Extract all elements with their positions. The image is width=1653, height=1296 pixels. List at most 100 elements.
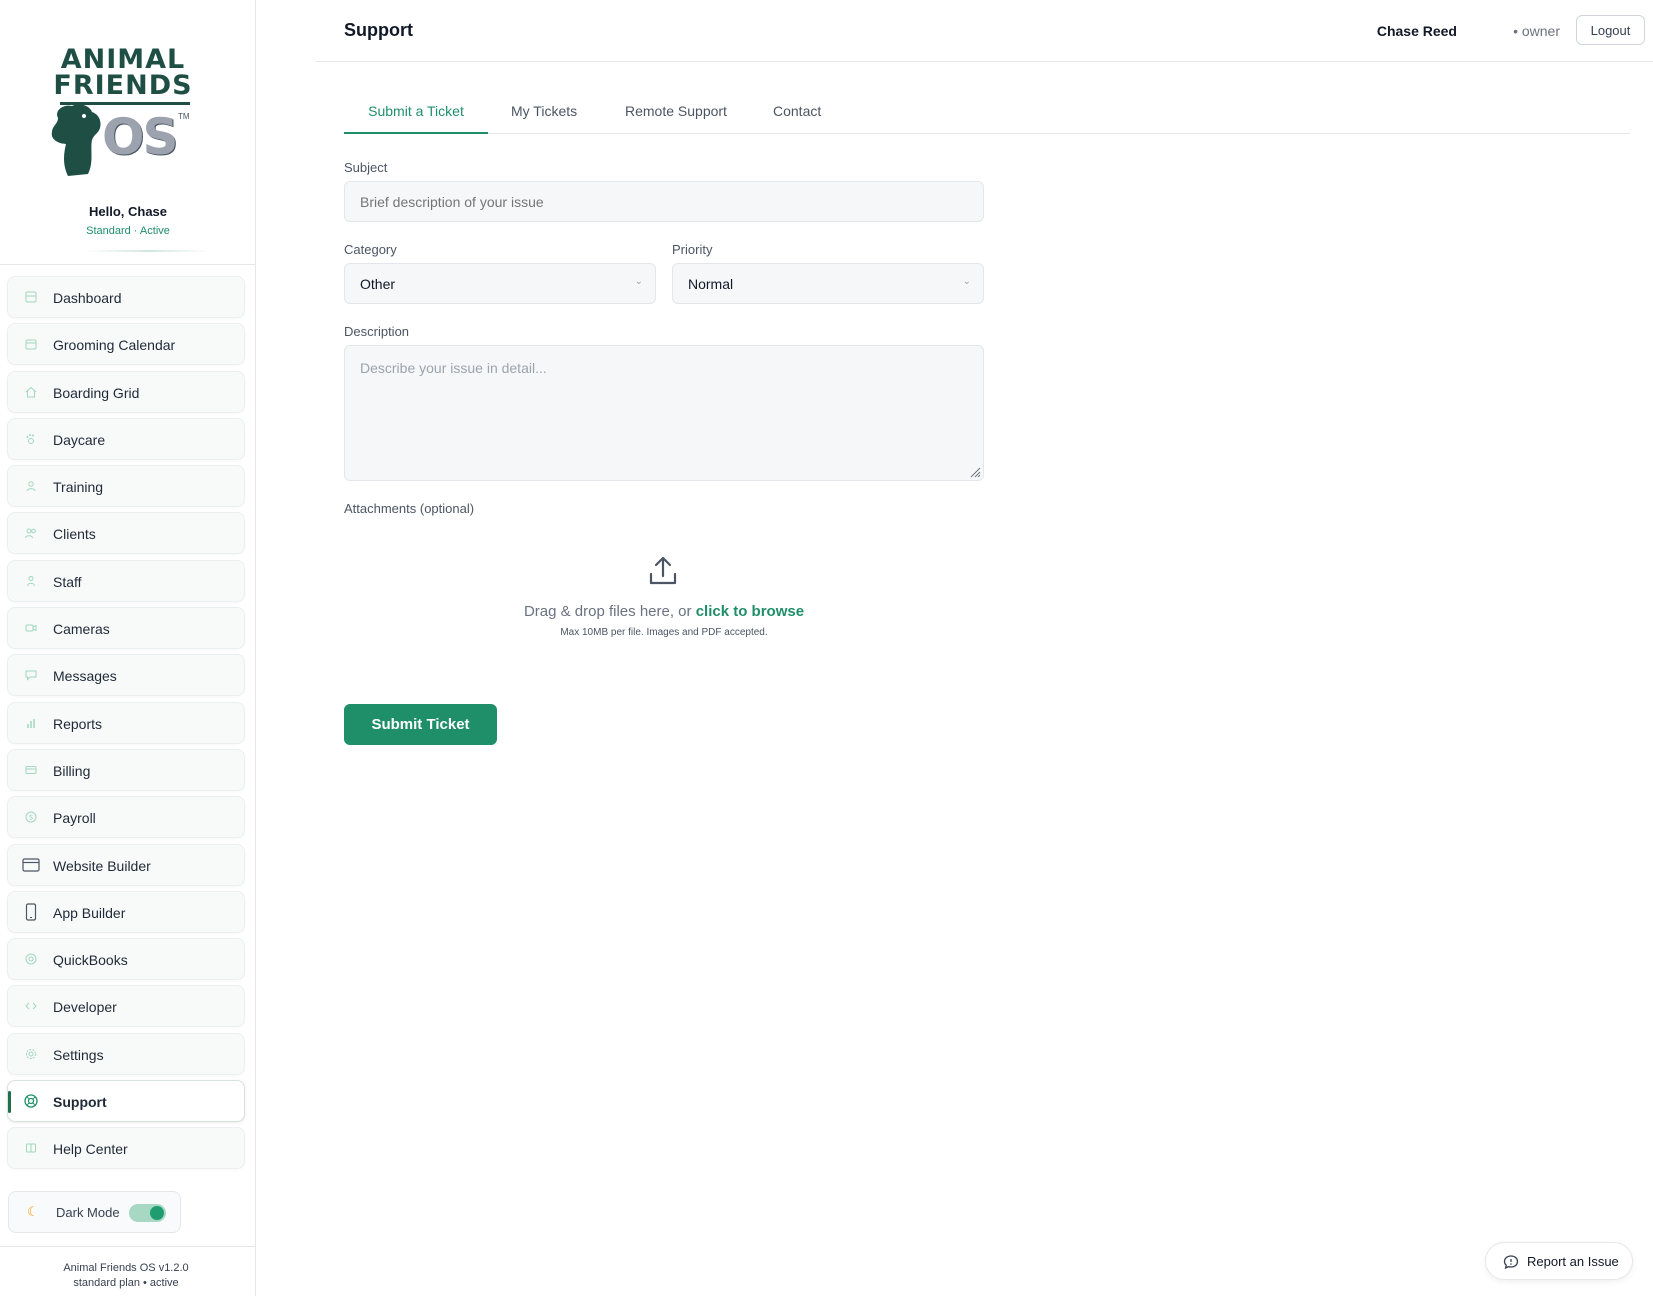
- greeting-plan: Standard · Active: [86, 225, 170, 237]
- sidebar-item-label: Reports: [53, 715, 103, 732]
- tab-remote-support[interactable]: Remote Support: [625, 90, 727, 134]
- sidebar-item-payroll[interactable]: $ Payroll: [7, 796, 245, 839]
- tab-my-tickets[interactable]: My Tickets: [511, 90, 577, 134]
- description-textarea[interactable]: Describe your issue in detail...: [344, 345, 984, 481]
- report-issue-button[interactable]: Report an Issue: [1485, 1242, 1633, 1280]
- greeting-underline: [86, 250, 210, 252]
- sidebar-item-daycare[interactable]: Daycare: [7, 417, 245, 460]
- sidebar-item-developer[interactable]: Developer: [7, 985, 245, 1028]
- calendar-icon: [24, 337, 38, 351]
- sidebar-item-label: QuickBooks: [53, 952, 128, 969]
- subject-label: Subject: [344, 160, 388, 175]
- category-select[interactable]: Other ⌄: [344, 263, 656, 304]
- sidebar-item-label: Staff: [53, 573, 82, 590]
- app-version: Animal Friends OS v1.2.0: [63, 1262, 189, 1274]
- top-header: Support Chase Reed • owner Logout: [316, 0, 1653, 62]
- submit-ticket-button[interactable]: Submit Ticket: [344, 704, 497, 745]
- greeting-hello: Hello, Chase: [88, 204, 168, 219]
- sidebar-item-reports[interactable]: Reports: [7, 701, 245, 744]
- description-label: Description: [344, 324, 410, 339]
- staff-icon: [24, 574, 38, 588]
- priority-select[interactable]: Normal ⌄: [672, 263, 984, 304]
- sidebar-item-label: Training: [53, 479, 104, 496]
- active-indicator: [8, 1091, 11, 1114]
- sidebar-footer-divider: [0, 1246, 255, 1247]
- sidebar-item-label: Clients: [53, 526, 96, 543]
- browser-icon: [22, 857, 40, 872]
- sidebar-item-dashboard[interactable]: Dashboard: [7, 276, 245, 318]
- quickbooks-icon: [24, 952, 38, 966]
- plan-status: standard plan • active: [73, 1277, 179, 1289]
- sidebar-item-training[interactable]: Training: [7, 465, 245, 508]
- sidebar-item-label: Cameras: [53, 621, 110, 638]
- tab-submit-ticket[interactable]: Submit a Ticket: [344, 90, 488, 134]
- user-name: Chase Reed: [1376, 23, 1457, 39]
- brand-logo: ANIMAL FRIENDS OS TM: [48, 42, 198, 176]
- sidebar-item-boarding-grid[interactable]: Boarding Grid: [7, 370, 245, 413]
- sidebar-item-messages[interactable]: Messages: [7, 654, 245, 697]
- sidebar-item-help-center[interactable]: Help Center: [7, 1127, 245, 1170]
- sidebar-item-label: Help Center: [53, 1141, 128, 1158]
- sidebar-item-website-builder[interactable]: Website Builder: [7, 843, 245, 886]
- brand-tm: TM: [178, 112, 190, 121]
- sidebar-item-label: Daycare: [53, 431, 106, 448]
- chat-bubble-icon: [1503, 1255, 1519, 1270]
- sidebar-item-label: Website Builder: [53, 857, 151, 874]
- sidebar-item-billing[interactable]: Billing: [7, 748, 245, 791]
- sidebar-item-support[interactable]: Support: [7, 1080, 245, 1123]
- sidebar-item-cameras[interactable]: Cameras: [7, 607, 245, 650]
- sidebar-item-settings[interactable]: Settings: [7, 1032, 245, 1075]
- paw-icon: [24, 432, 38, 446]
- dashboard-icon: [24, 290, 38, 304]
- sidebar-nav: Dashboard Grooming Calendar Boarding Gri…: [7, 276, 245, 1175]
- book-icon: [24, 1141, 38, 1155]
- brand-line2: FRIENDS: [53, 70, 193, 101]
- page-title: Support: [344, 20, 413, 40]
- dark-mode-control: ☾ Dark Mode: [8, 1191, 181, 1233]
- lifebuoy-icon: [24, 1094, 38, 1108]
- toggle-knob: [150, 1206, 164, 1220]
- sidebar-item-grooming-calendar[interactable]: Grooming Calendar: [7, 323, 245, 366]
- dark-mode-label: Dark Mode: [56, 1205, 120, 1220]
- app-root: ANIMAL FRIENDS OS TM Hello, Chase Standa…: [0, 0, 1653, 1296]
- sidebar-item-label: Settings: [53, 1046, 104, 1063]
- description-placeholder: Describe your issue in detail...: [360, 360, 547, 376]
- gear-icon: [24, 1047, 38, 1061]
- tab-contact[interactable]: Contact: [773, 90, 821, 134]
- brand-os: OS: [102, 108, 179, 166]
- home-icon: [24, 385, 38, 399]
- billing-icon: [24, 763, 38, 777]
- sidebar-item-label: Boarding Grid: [53, 384, 140, 401]
- sidebar-item-staff[interactable]: Staff: [7, 559, 245, 602]
- user-role: • owner: [1513, 23, 1560, 39]
- sidebar-item-clients[interactable]: Clients: [7, 512, 245, 555]
- message-icon: [24, 668, 38, 682]
- priority-label: Priority: [672, 242, 713, 257]
- chevron-down-icon: ⌄: [634, 276, 643, 287]
- sidebar-item-label: App Builder: [53, 904, 126, 921]
- trainer-icon: [24, 479, 38, 493]
- bar-chart-icon: [24, 716, 38, 730]
- logout-button[interactable]: Logout: [1576, 15, 1645, 45]
- category-value: Other: [360, 276, 396, 292]
- code-icon: [24, 999, 38, 1013]
- category-label: Category: [344, 242, 397, 257]
- dark-mode-toggle[interactable]: [129, 1204, 166, 1222]
- svg-text:$: $: [29, 814, 33, 822]
- sidebar-item-app-builder[interactable]: App Builder: [7, 890, 245, 933]
- sidebar-item-label: Support: [53, 1094, 107, 1111]
- subject-input[interactable]: [344, 181, 984, 222]
- resize-grip-icon[interactable]: [969, 466, 981, 478]
- mobile-icon: [24, 903, 38, 921]
- chevron-down-icon: ⌄: [962, 276, 971, 287]
- sidebar-item-label: Dashboard: [53, 290, 122, 306]
- moon-icon: ☾: [27, 1204, 39, 1219]
- upload-icon: [649, 556, 677, 585]
- report-issue-label: Report an Issue: [1527, 1254, 1619, 1269]
- users-icon: [24, 526, 38, 540]
- sidebar: ANIMAL FRIENDS OS TM Hello, Chase Standa…: [0, 0, 256, 1296]
- browse-link[interactable]: click to browse: [696, 603, 804, 620]
- sidebar-item-quickbooks[interactable]: QuickBooks: [7, 938, 245, 981]
- priority-value: Normal: [688, 276, 734, 292]
- sidebar-item-label: Grooming Calendar: [53, 337, 176, 354]
